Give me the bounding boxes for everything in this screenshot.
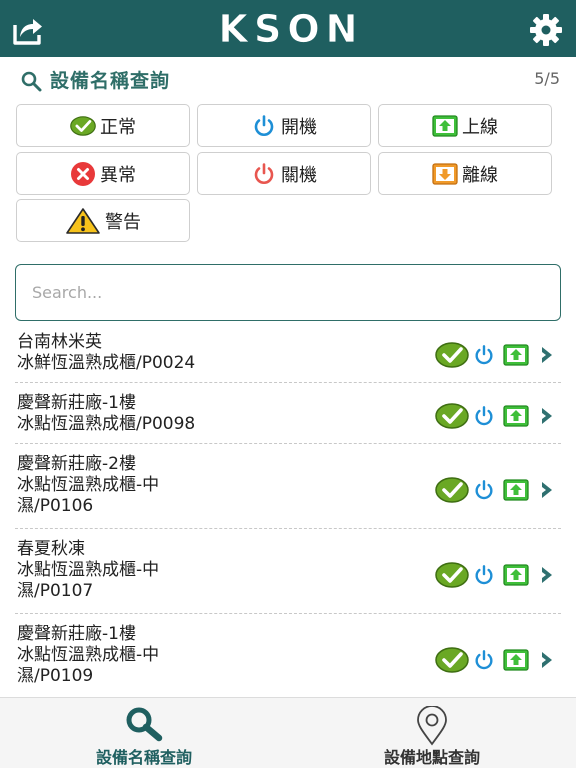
chevron-right-icon[interactable] (539, 565, 555, 585)
power-off-icon (254, 162, 274, 184)
device-status-icons (435, 403, 555, 429)
status-power-on-icon (473, 649, 495, 671)
device-name-line: 冰鮮恆溫熟成櫃/P0024 (17, 353, 196, 373)
device-status-icons (435, 342, 555, 368)
device-name-line: 冰點恆溫熟成櫃-中 (17, 475, 160, 495)
filter-label: 關機 (281, 164, 317, 186)
power-on-icon (254, 114, 274, 136)
app-header: KSON (0, 0, 576, 57)
filter-label: 異常 (100, 164, 136, 186)
device-name-line: 濕/P0106 (17, 496, 94, 516)
tab-name-search[interactable]: 設備名稱查詢 (0, 698, 288, 768)
device-name: 春夏秋凍 冰點恆溫熟成櫃-中 濕/P0107 (17, 539, 159, 602)
settings-button[interactable] (528, 12, 564, 48)
device-row[interactable]: 慶聲新莊廠-1樓 冰點恆溫熟成櫃/P0098 (15, 387, 561, 444)
search-input[interactable] (15, 264, 561, 321)
upload-online-icon (432, 114, 458, 137)
status-normal-icon (435, 562, 469, 588)
device-name: 慶聲新莊廠-2樓 冰點恆溫熟成櫃-中 濕/P0106 (17, 454, 159, 517)
device-row[interactable]: 慶聲新莊廠-1樓 冰點恆溫熟成櫃-中 濕/P0109 (15, 618, 561, 699)
error-x-icon (71, 161, 95, 186)
device-row[interactable]: 台南林米英 冰鮮恆溫熟成櫃/P0024 (15, 326, 561, 383)
chevron-right-icon[interactable] (539, 345, 555, 365)
tab-label: 設備地點查詢 (383, 748, 480, 767)
device-name-line: 春夏秋凍 (17, 539, 85, 559)
filter-label: 正常 (100, 116, 136, 138)
search-icon (21, 71, 42, 92)
device-name: 慶聲新莊廠-1樓 冰點恆溫熟成櫃-中 濕/P0109 (17, 624, 159, 687)
bottom-tab-bar: 設備名稱查詢 設備地點查詢 (0, 697, 576, 768)
filter-abnormal-button[interactable]: 異常 (16, 152, 190, 195)
section-title: 設備名稱查詢 (50, 70, 171, 92)
filter-label: 離線 (462, 164, 498, 186)
status-online-icon (503, 479, 529, 501)
status-normal-icon (435, 403, 469, 429)
device-name: 慶聲新莊廠-1樓 冰點恆溫熟成櫃/P0098 (17, 393, 195, 435)
device-name-line: 冰點恆溫熟成櫃-中 (17, 645, 160, 665)
status-power-on-icon (473, 405, 495, 427)
device-name-line: 濕/P0107 (17, 581, 94, 601)
device-name-line: 慶聲新莊廠-2樓 (17, 454, 136, 474)
search-icon (126, 707, 163, 742)
filter-warning-button[interactable]: 警告 (16, 199, 190, 242)
status-normal-icon (435, 342, 469, 368)
gear-icon (530, 14, 562, 46)
filter-power-on-button[interactable]: 開機 (197, 104, 371, 147)
filter-label: 上線 (462, 116, 498, 138)
status-power-on-icon (473, 564, 495, 586)
status-online-icon (503, 564, 529, 586)
device-name-line: 慶聲新莊廠-1樓 (17, 624, 136, 644)
filter-online-button[interactable]: 上線 (378, 104, 552, 147)
tab-location-search[interactable]: 設備地點查詢 (288, 698, 576, 768)
status-power-on-icon (473, 344, 495, 366)
filter-label: 開機 (281, 116, 317, 138)
device-name-line: 冰點恆溫熟成櫃-中 (17, 560, 160, 580)
status-online-icon (503, 649, 529, 671)
svg-text:KSON: KSON (219, 8, 364, 50)
device-name-line: 慶聲新莊廠-1樓 (17, 393, 136, 413)
filter-offline-button[interactable]: 離線 (378, 152, 552, 195)
device-status-icons (435, 477, 555, 503)
chevron-right-icon[interactable] (539, 480, 555, 500)
tab-label: 設備名稱查詢 (95, 748, 192, 767)
status-online-icon (503, 405, 529, 427)
download-offline-icon (432, 162, 458, 185)
filter-label: 警告 (105, 211, 141, 233)
page-count: 5/5 (534, 69, 560, 88)
chevron-right-icon[interactable] (539, 650, 555, 670)
status-normal-icon (435, 477, 469, 503)
share-button[interactable] (10, 12, 46, 48)
status-power-on-icon (473, 479, 495, 501)
device-row[interactable]: 春夏秋凍 冰點恆溫熟成櫃-中 濕/P0107 (15, 533, 561, 614)
share-export-icon (13, 19, 42, 45)
chevron-right-icon[interactable] (539, 406, 555, 426)
map-pin-icon (417, 706, 447, 746)
device-name-line: 濕/P0109 (17, 666, 94, 686)
device-status-icons (435, 562, 555, 588)
check-circle-icon (70, 115, 96, 136)
device-name-line: 台南林米英 (17, 332, 102, 352)
device-status-icons (435, 647, 555, 673)
filter-power-off-button[interactable]: 關機 (197, 152, 371, 195)
device-row[interactable]: 慶聲新莊廠-2樓 冰點恆溫熟成櫃-中 濕/P0106 (15, 448, 561, 529)
status-normal-icon (435, 647, 469, 673)
filter-normal-button[interactable]: 正常 (16, 104, 190, 147)
status-online-icon (503, 344, 529, 366)
device-name: 台南林米英 冰鮮恆溫熟成櫃/P0024 (17, 332, 195, 374)
device-name-line: 冰點恆溫熟成櫃/P0098 (17, 414, 196, 434)
kson-logo: KSON (218, 8, 364, 50)
warning-triangle-icon (66, 207, 100, 234)
search-section-header: 設備名稱查詢 5/5 (0, 62, 576, 96)
